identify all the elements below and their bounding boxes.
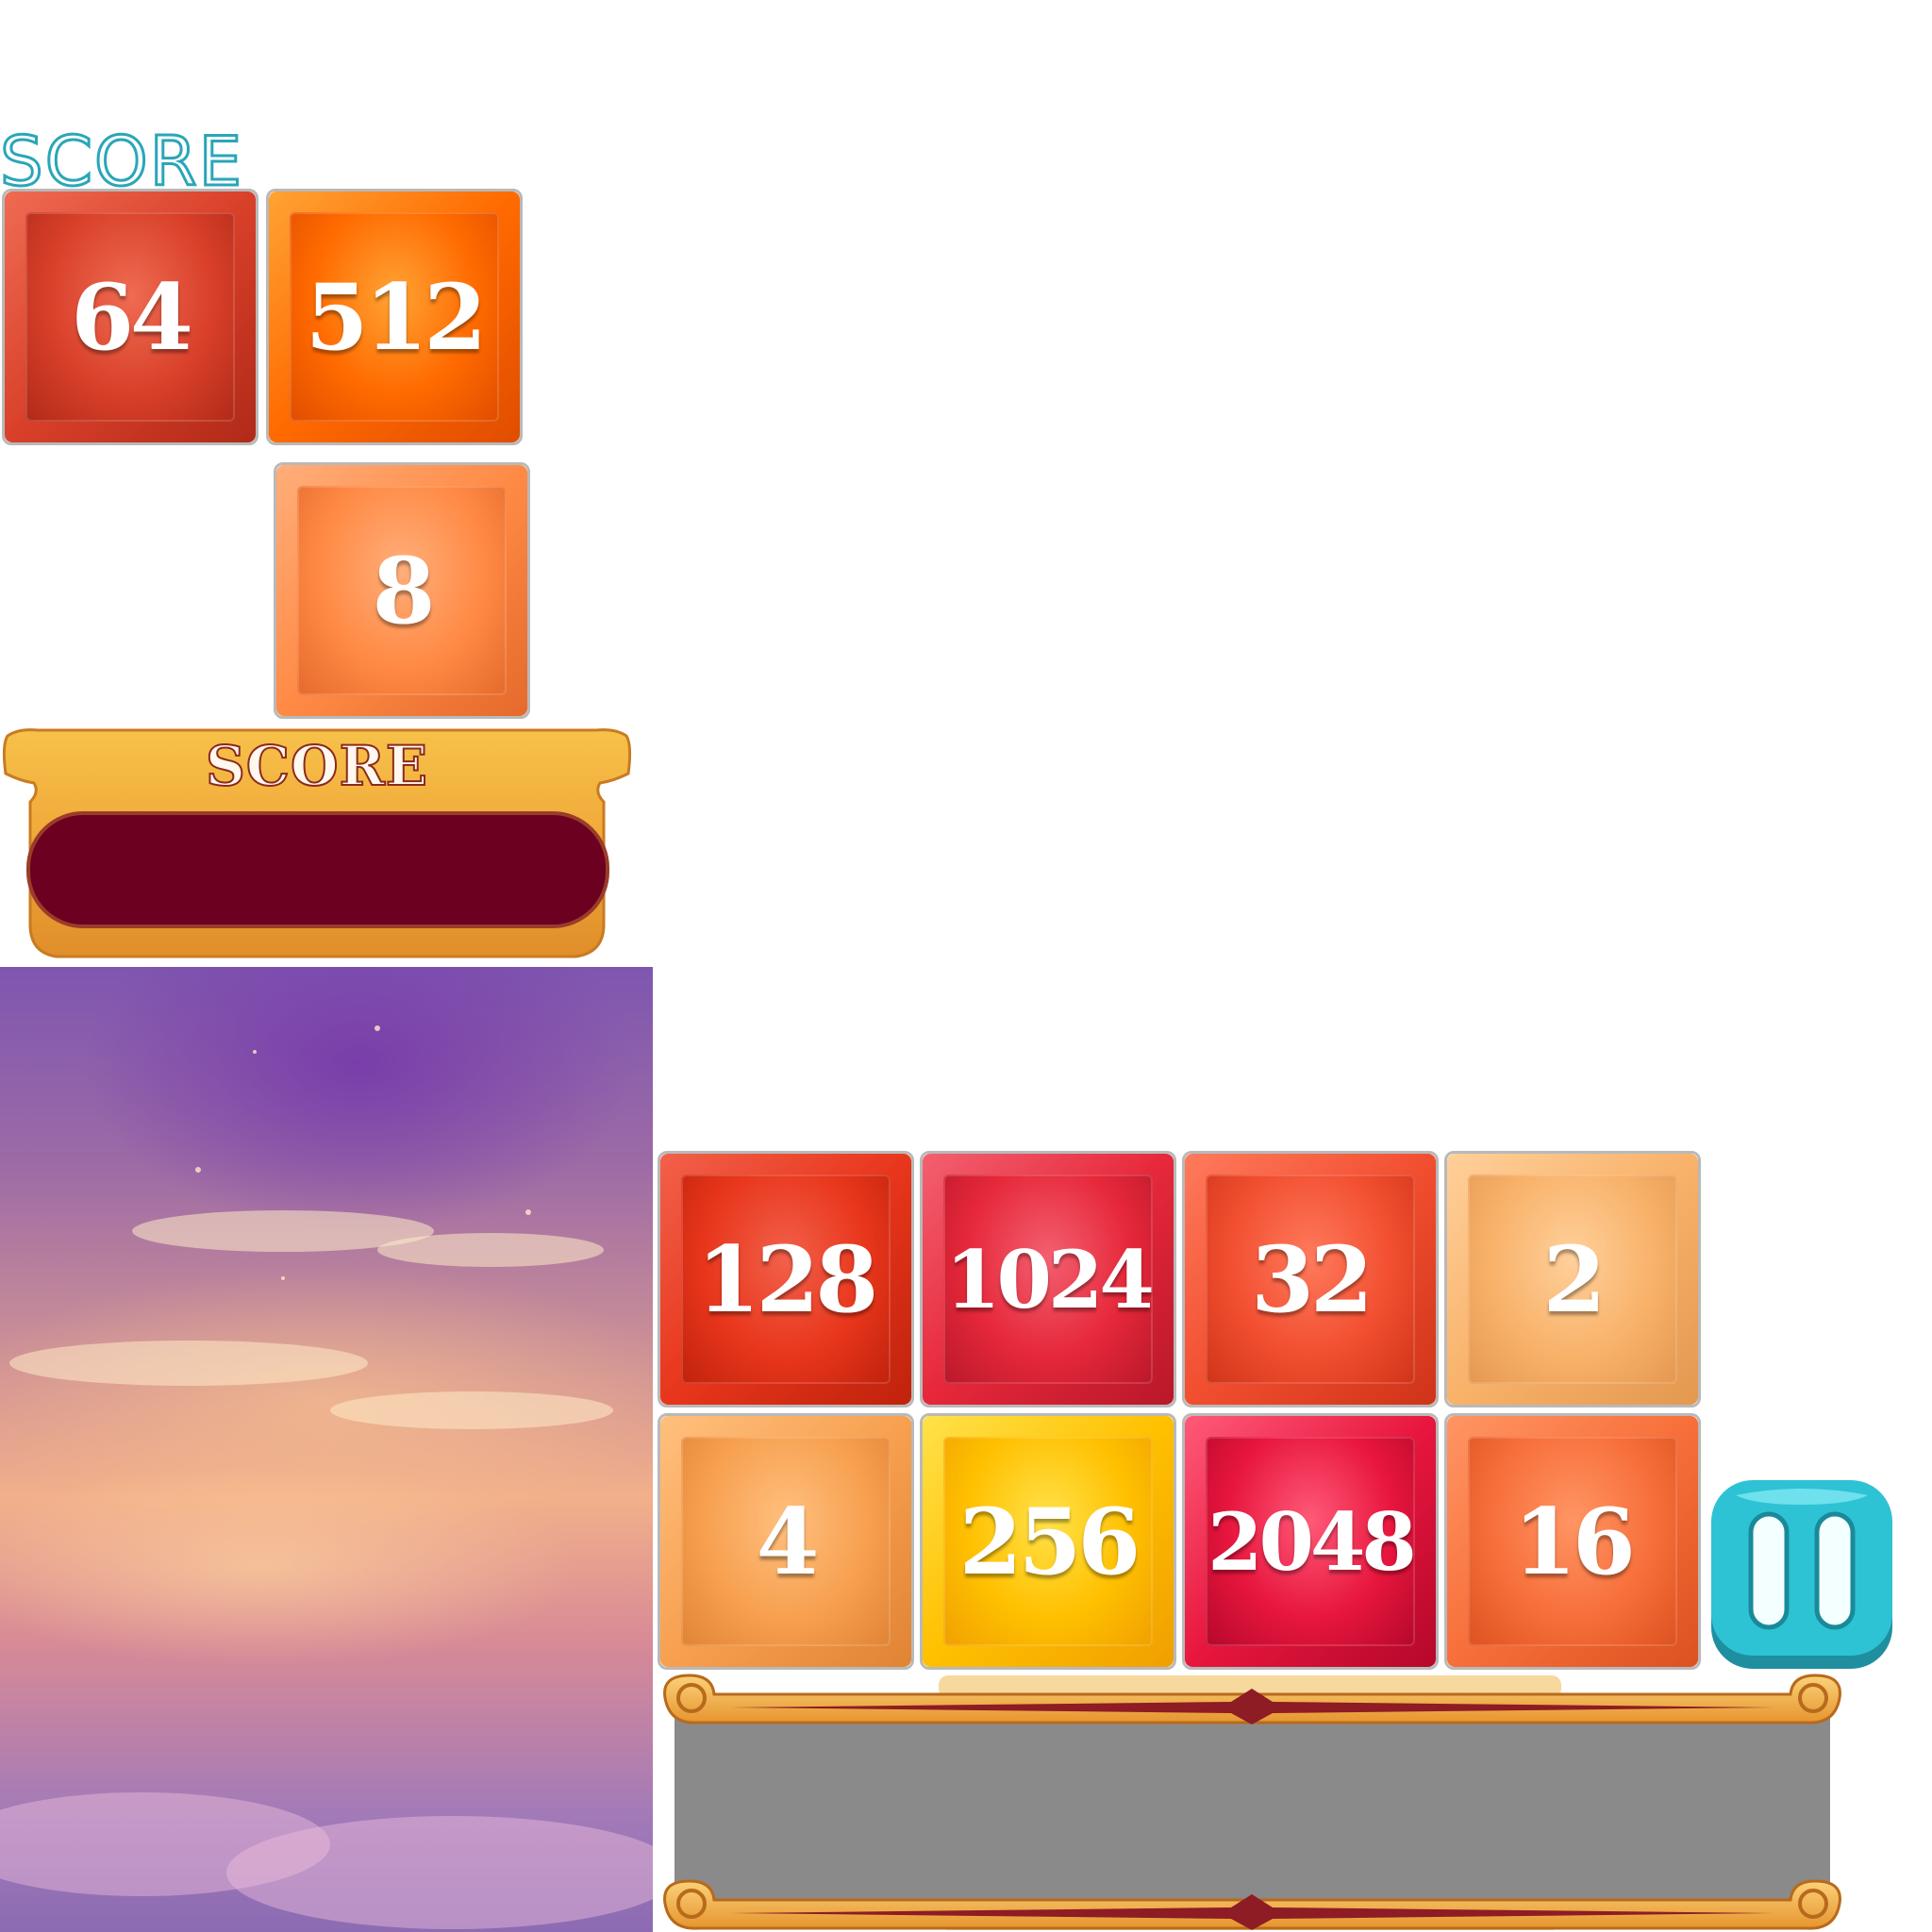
tile-64: 64 [2, 189, 258, 445]
score-label: SCORE [205, 733, 428, 799]
tile-128: 128 [658, 1151, 914, 1407]
tile-value: 1024 [945, 1232, 1155, 1326]
tile-4: 4 [658, 1413, 914, 1670]
tile-value: 16 [1513, 1488, 1636, 1595]
tile-value: 256 [958, 1488, 1141, 1595]
tile-value: 2 [1542, 1225, 1607, 1333]
tile-value: 4 [756, 1488, 820, 1595]
tile-value: 2048 [1208, 1494, 1417, 1589]
score-value [28, 813, 608, 926]
tile-256: 256 [920, 1413, 1176, 1670]
tile-value: 64 [71, 263, 193, 371]
pause-button[interactable] [1707, 1476, 1896, 1673]
tile-8: 8 [274, 462, 530, 719]
tile-value: 128 [696, 1225, 878, 1333]
pause-icon [1711, 1480, 1892, 1669]
board-panel-value [675, 1707, 1830, 1896]
tile-value: 8 [372, 537, 436, 644]
tile-2048: 2048 [1182, 1413, 1439, 1670]
tile-32: 32 [1182, 1151, 1439, 1407]
sky-background-image [0, 967, 653, 1932]
tile-1024: 1024 [920, 1151, 1176, 1407]
tile-512: 512 [266, 189, 523, 445]
tile-value: 512 [305, 263, 487, 371]
tile-2: 2 [1444, 1151, 1701, 1407]
tile-value: 32 [1251, 1225, 1374, 1333]
tile-16: 16 [1444, 1413, 1701, 1670]
